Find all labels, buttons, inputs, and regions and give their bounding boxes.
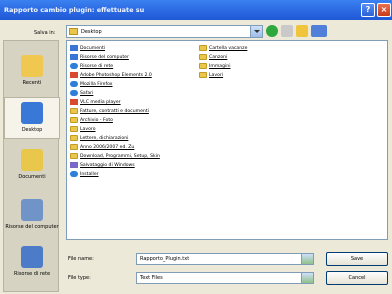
place-label: Risorse del computer — [5, 224, 59, 230]
system-icon — [70, 162, 78, 168]
list-item[interactable]: Anno 2006/2007 ed. Zu — [70, 143, 134, 151]
filetype-value: Text Files — [140, 275, 163, 281]
network-icon — [21, 246, 43, 268]
desktop-icon — [21, 102, 43, 124]
lookin-value: Desktop — [81, 28, 102, 35]
list-item[interactable]: Risorse di rete — [70, 62, 113, 70]
browser-icon — [70, 90, 78, 96]
list-item[interactable]: Canzoni — [199, 53, 227, 61]
list-item[interactable]: Immagini — [199, 62, 231, 70]
folder-icon — [70, 153, 78, 159]
list-item[interactable]: VLC media player — [70, 98, 121, 106]
folder-icon — [69, 28, 78, 35]
network-icon — [70, 63, 78, 69]
folder-icon — [199, 54, 207, 60]
chevron-down-icon[interactable] — [301, 254, 313, 264]
save-button[interactable]: Save — [326, 252, 388, 266]
list-item[interactable]: Archivio - Foto — [70, 116, 113, 124]
lookin-label: Salva in: — [34, 30, 56, 36]
toolbar — [266, 25, 327, 37]
list-item[interactable]: Installer — [70, 170, 99, 178]
views-icon[interactable] — [311, 25, 327, 37]
media-icon — [70, 99, 78, 105]
help-button[interactable]: ? — [361, 3, 375, 17]
folder-icon — [199, 72, 207, 78]
installer-icon — [70, 171, 78, 177]
list-item[interactable]: Safari — [70, 89, 93, 97]
recent-icon — [21, 55, 43, 77]
up-folder-icon[interactable] — [281, 25, 293, 37]
close-button[interactable]: × — [377, 3, 391, 17]
place-computer[interactable]: Risorse del computer — [4, 199, 60, 230]
back-icon[interactable] — [266, 25, 278, 37]
list-item[interactable]: Mozilla Firefox — [70, 80, 113, 88]
document-icon — [70, 45, 78, 51]
file-list[interactable]: Documenti Risorse del computer Risorse d… — [66, 40, 388, 240]
chevron-down-icon[interactable] — [301, 273, 313, 283]
computer-icon — [21, 199, 43, 221]
list-item[interactable]: Cartella vacanze — [199, 44, 247, 52]
folder-icon — [199, 63, 207, 69]
documents-icon — [21, 149, 43, 171]
title-bar: Rapporto cambio plugin: effettuate su ? … — [0, 0, 392, 20]
list-item[interactable]: Download, Programmi, Setup, Skin — [70, 152, 160, 160]
list-item[interactable]: Risorse del computer — [70, 53, 129, 61]
folder-icon — [70, 108, 78, 114]
folder-icon — [70, 117, 78, 123]
place-recent[interactable]: Recenti — [4, 55, 60, 86]
lookin-dropdown[interactable]: Desktop — [66, 25, 263, 38]
place-documents[interactable]: Documenti — [4, 149, 60, 180]
list-item[interactable]: Lavori — [199, 71, 223, 79]
place-label: Desktop — [21, 127, 43, 133]
browser-icon — [70, 81, 78, 87]
list-item[interactable]: Lavoro — [70, 125, 96, 133]
place-label: Recenti — [22, 80, 42, 86]
folder-icon — [199, 45, 207, 51]
filetype-select[interactable]: Text Files — [136, 272, 314, 284]
places-bar: Recenti Desktop Documenti Risorse del co… — [3, 40, 60, 292]
help-icon: ? — [365, 5, 371, 14]
folder-icon — [70, 126, 78, 132]
filename-input[interactable]: Rapporto_Plugin.txt — [136, 253, 314, 265]
app-icon — [70, 72, 78, 78]
filename-value: Rapporto_Plugin.txt — [140, 256, 190, 262]
place-network[interactable]: Risorse di rete — [4, 246, 60, 277]
place-desktop[interactable]: Desktop — [4, 97, 60, 139]
chevron-down-icon[interactable] — [250, 26, 262, 37]
list-item[interactable]: Fatture, contratti e documenti — [70, 107, 149, 115]
list-item[interactable]: Salvataggio di Windows — [70, 161, 135, 169]
folder-icon — [70, 135, 78, 141]
computer-icon — [70, 54, 78, 60]
list-item[interactable]: Documenti — [70, 44, 105, 52]
place-label: Risorse di rete — [13, 271, 51, 277]
list-item[interactable]: Lettere, dichiarazioni — [70, 134, 128, 142]
filename-label: File name: — [68, 256, 94, 262]
filetype-label: File type: — [68, 275, 91, 281]
list-item[interactable]: Adobe Photoshop Elements 2.0 — [70, 71, 152, 79]
folder-icon — [70, 144, 78, 150]
close-icon: × — [380, 5, 388, 14]
window-title: Rapporto cambio plugin: effettuate su — [4, 6, 145, 14]
place-label: Documenti — [18, 174, 46, 180]
cancel-button[interactable]: Cancel — [326, 271, 388, 285]
new-folder-icon[interactable] — [296, 25, 308, 37]
